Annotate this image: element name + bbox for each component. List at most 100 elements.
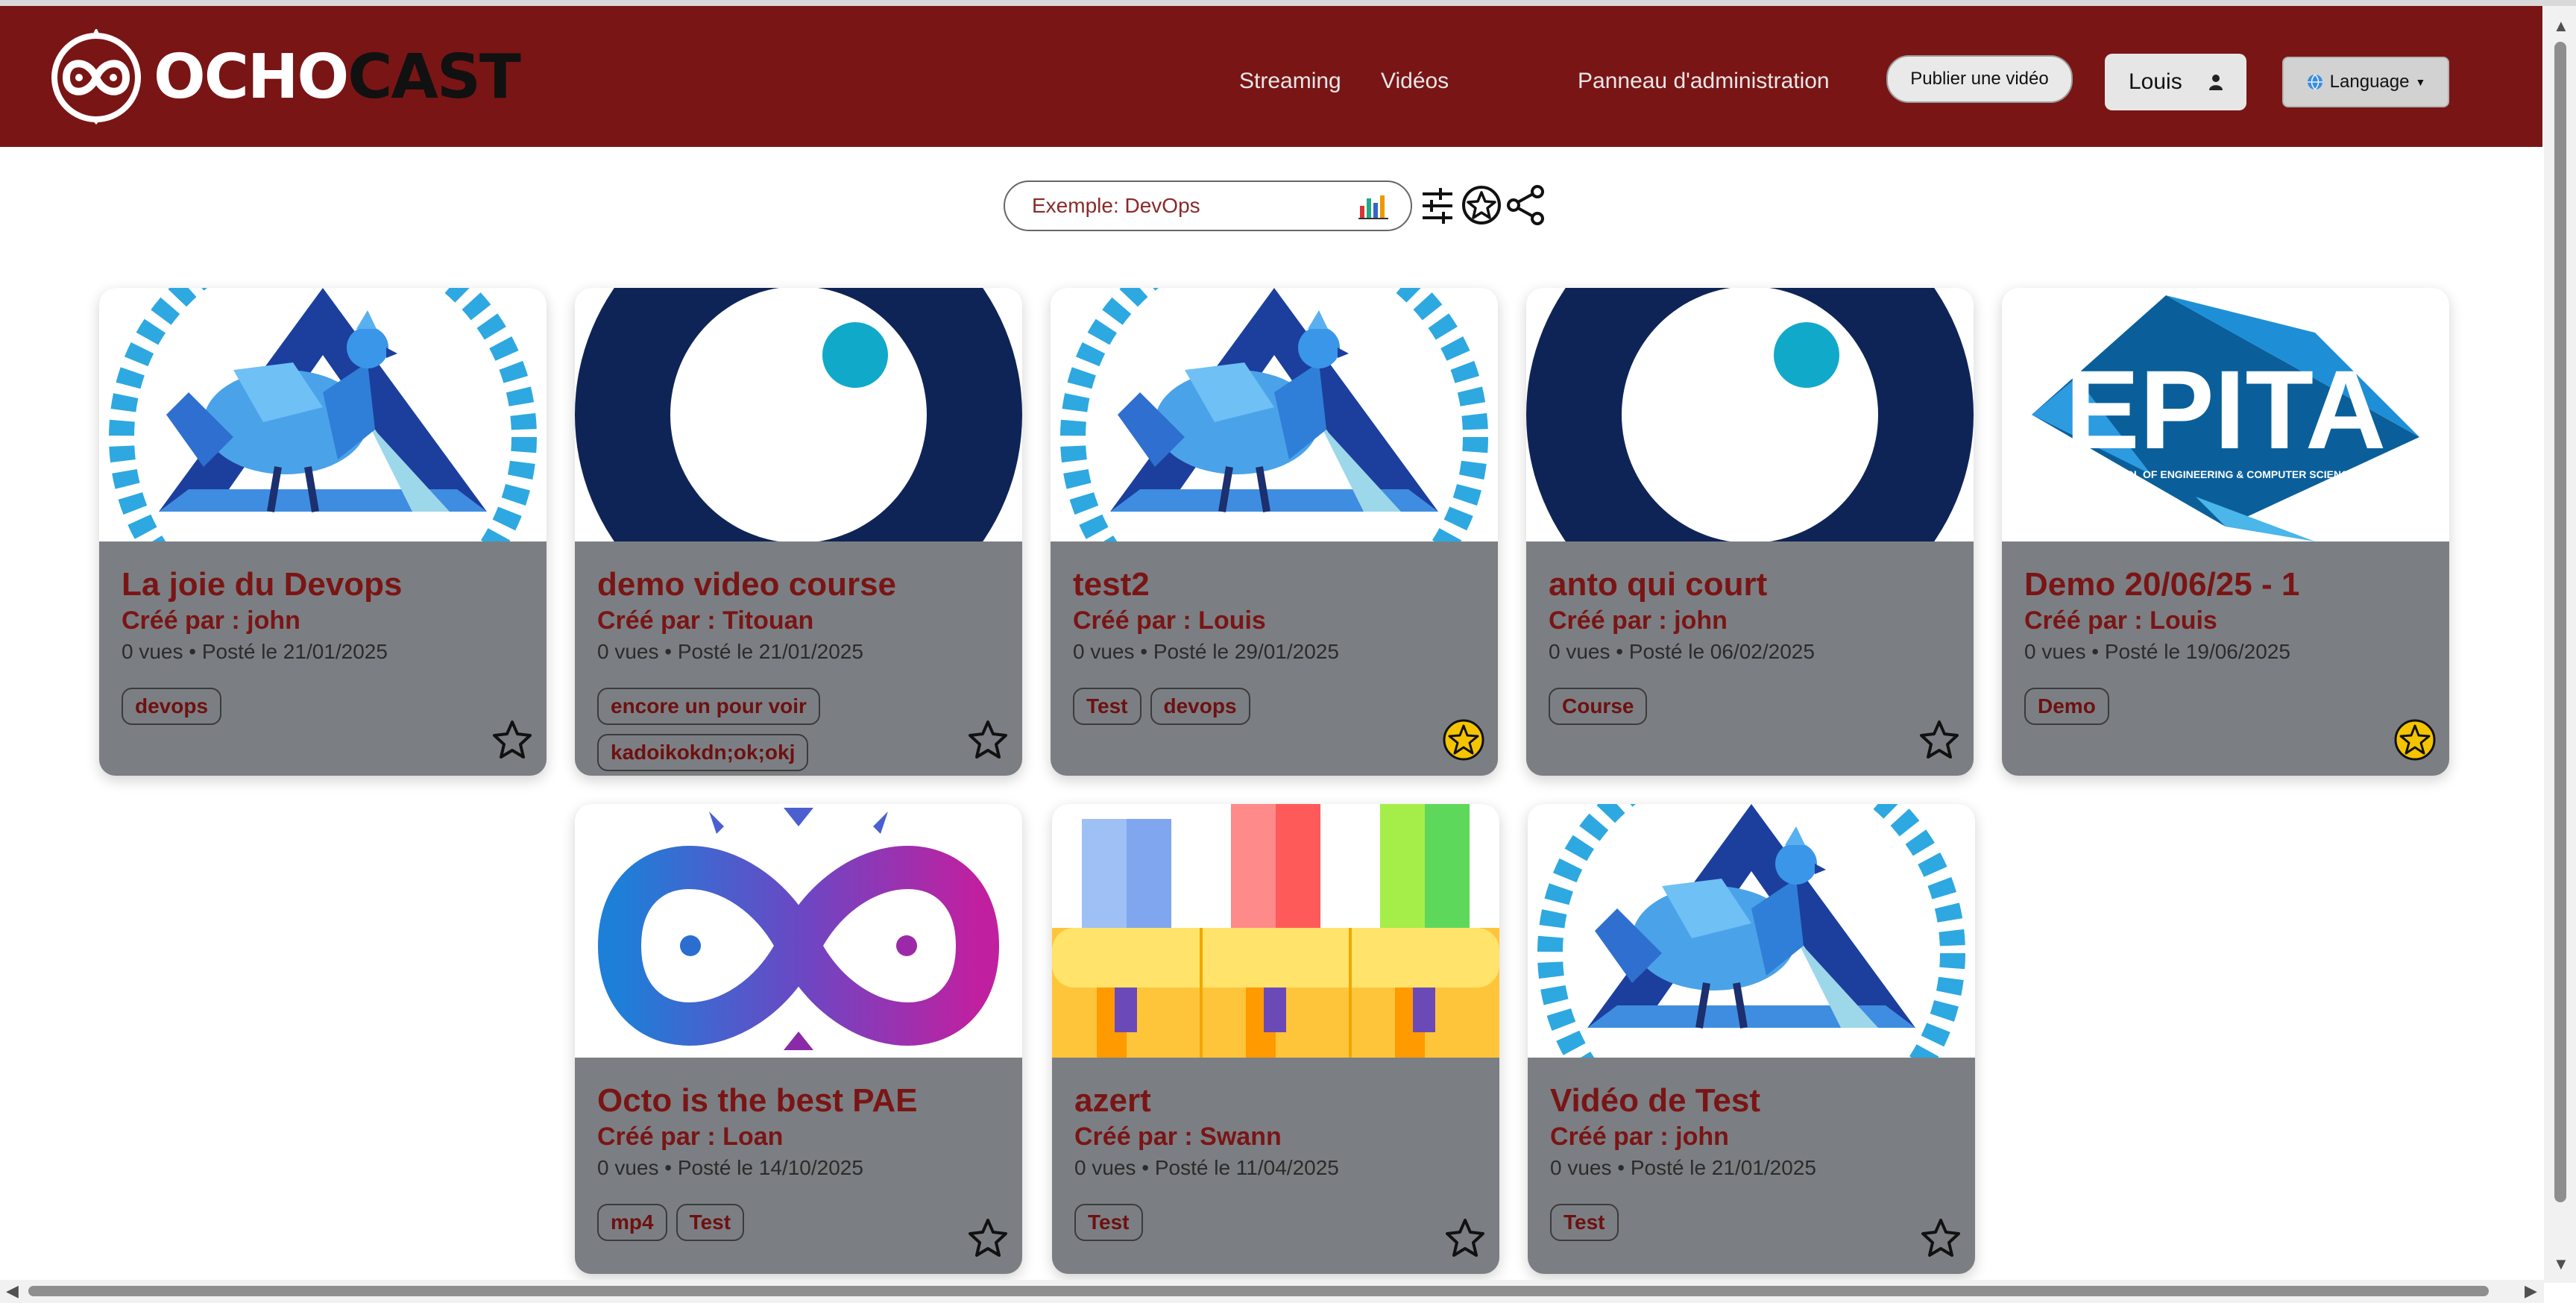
nav-videos[interactable]: Vidéos	[1381, 69, 1449, 94]
video-meta: 0 vues • Posté le 06/02/2025	[1549, 640, 1815, 663]
video-card[interactable]: test2 Créé par : Louis 0 vues • Posté le…	[1051, 288, 1498, 776]
favorite-star-outline-icon[interactable]	[491, 719, 533, 761]
video-title[interactable]: azert	[1074, 1081, 1477, 1120]
favorite-toggle[interactable]	[1443, 719, 1484, 764]
video-card[interactable]: Vidéo de Test Créé par : john 0 vues • P…	[1528, 804, 1975, 1274]
video-meta: 0 vues • Posté le 21/01/2025	[1550, 1156, 1816, 1179]
publish-video-button[interactable]: Publier une vidéo	[1886, 55, 2073, 103]
horizontal-scrollbar[interactable]: ◀ ▶	[0, 1280, 2544, 1303]
navbar: OCHOCAST Streaming Vidéos Panneau d'admi…	[0, 6, 2542, 147]
scroll-left-arrow-icon[interactable]: ◀	[6, 1281, 19, 1301]
favorite-toggle[interactable]	[2394, 719, 2436, 764]
video-author: Créé par : john	[1550, 1123, 1729, 1151]
video-thumbnail[interactable]	[575, 804, 1022, 1058]
tag-chip[interactable]: Test	[676, 1204, 745, 1241]
video-card[interactable]: EPITA SCHOOL OF ENGINEERING & COMPUTER S…	[2002, 288, 2449, 776]
card-body: Octo is the best PAE Créé par : Loan 0 v…	[575, 1058, 1022, 1274]
favorite-toggle[interactable]	[967, 719, 1009, 764]
tag-list: Test	[1074, 1204, 1343, 1241]
video-meta: 0 vues • Posté le 11/04/2025	[1074, 1156, 1339, 1179]
video-title[interactable]: Demo 20/06/25 - 1	[2024, 565, 2427, 604]
video-meta: 0 vues • Posté le 14/10/2025	[597, 1156, 863, 1179]
scroll-down-arrow-icon[interactable]: ▼	[2553, 1255, 2569, 1274]
card-body: Vidéo de Test Créé par : john 0 vues • P…	[1528, 1058, 1975, 1274]
video-author: Créé par : Louis	[2024, 606, 2217, 635]
video-thumbnail[interactable]	[575, 288, 1022, 541]
search-input[interactable]	[1030, 193, 1358, 219]
video-thumbnail[interactable]	[99, 288, 547, 541]
video-title[interactable]: anto qui court	[1549, 565, 1951, 604]
tag-list: Course	[1549, 688, 1817, 725]
favorite-toggle[interactable]	[1920, 1217, 1962, 1263]
favorite-star-filled-icon[interactable]	[2394, 719, 2436, 761]
tag-chip[interactable]: Course	[1549, 688, 1648, 725]
video-meta: 0 vues • Posté le 29/01/2025	[1073, 640, 1339, 663]
favorite-star-outline-icon[interactable]	[1920, 1217, 1962, 1259]
favorites-filter-star-icon[interactable]	[1461, 185, 1502, 225]
video-card[interactable]: anto qui court Créé par : john 0 vues • …	[1526, 288, 1974, 776]
favorite-toggle[interactable]	[491, 719, 533, 764]
favorite-star-outline-icon[interactable]	[1444, 1217, 1486, 1259]
favorite-star-outline-icon[interactable]	[967, 719, 1009, 761]
video-author: Créé par : Louis	[1073, 606, 1266, 635]
vertical-scrollbar[interactable]: ▲ ▼	[2544, 6, 2576, 1283]
video-thumbnail[interactable]	[1051, 288, 1498, 541]
video-thumbnail[interactable]: EPITA SCHOOL OF ENGINEERING & COMPUTER S…	[2002, 288, 2449, 541]
logo[interactable]: OCHOCAST	[48, 25, 521, 130]
nav-streaming[interactable]: Streaming	[1239, 69, 1341, 94]
tag-chip[interactable]: Demo	[2024, 688, 2109, 725]
scroll-right-arrow-icon[interactable]: ▶	[2525, 1281, 2537, 1301]
scroll-up-arrow-icon[interactable]: ▲	[2553, 16, 2569, 36]
video-title[interactable]: demo video course	[597, 565, 1000, 604]
search-bar	[1004, 180, 1412, 231]
user-icon	[2209, 75, 2223, 90]
nav-admin-panel[interactable]: Panneau d'administration	[1578, 69, 1830, 94]
user-menu-button[interactable]: Louis	[2105, 54, 2246, 110]
favorite-toggle[interactable]	[1444, 1217, 1486, 1263]
video-card[interactable]: Octo is the best PAE Créé par : Loan 0 v…	[575, 804, 1022, 1274]
chart-icon[interactable]	[1358, 192, 1388, 219]
thumbnail-crayons	[1052, 804, 1499, 1058]
favorite-star-outline-icon[interactable]	[967, 1217, 1009, 1259]
video-meta: 0 vues • Posté le 21/01/2025	[122, 640, 388, 663]
video-thumbnail[interactable]	[1526, 288, 1974, 541]
vertical-scrollbar-thumb[interactable]	[2554, 42, 2566, 1202]
favorite-toggle[interactable]	[1918, 719, 1960, 764]
card-body: Demo 20/06/25 - 1 Créé par : Louis 0 vue…	[2002, 541, 2449, 776]
tag-chip[interactable]: kadoikokdn;ok;okj	[597, 734, 809, 771]
video-author: Créé par : john	[1549, 606, 1728, 635]
svg-text:SCHOOL OF ENGINEERING & COMPUT: SCHOOL OF ENGINEERING & COMPUTER SCIENCE	[2096, 468, 2356, 480]
video-author: Créé par : Loan	[597, 1123, 784, 1151]
filter-sliders-icon[interactable]	[1421, 185, 1454, 225]
video-card[interactable]: demo video course Créé par : Titouan 0 v…	[575, 288, 1022, 776]
language-dropdown[interactable]: Language ▼	[2282, 57, 2449, 107]
video-card[interactable]: La joie du Devops Créé par : john 0 vues…	[99, 288, 547, 776]
tag-chip[interactable]: devops	[122, 688, 222, 725]
tag-chip[interactable]: encore un pour voir	[597, 688, 820, 725]
window-top-border	[0, 0, 2576, 6]
tag-list: devops	[122, 688, 390, 725]
tag-chip[interactable]: Test	[1074, 1204, 1143, 1241]
share-icon[interactable]	[1506, 185, 1546, 225]
tag-chip[interactable]: devops	[1150, 688, 1250, 725]
favorite-star-outline-icon[interactable]	[1918, 719, 1960, 761]
video-card[interactable]: azert Créé par : Swann 0 vues • Posté le…	[1052, 804, 1499, 1274]
video-title[interactable]: Vidéo de Test	[1550, 1081, 1953, 1120]
favorite-toggle[interactable]	[967, 1217, 1009, 1263]
tag-list: Demo	[2024, 688, 2293, 725]
tag-list: Test devops	[1073, 688, 1341, 725]
video-thumbnail[interactable]	[1528, 804, 1975, 1058]
video-title[interactable]: test2	[1073, 565, 1476, 604]
video-thumbnail[interactable]	[1052, 804, 1499, 1058]
thumbnail-circle-logo	[1526, 288, 1974, 541]
tag-chip[interactable]: mp4	[597, 1204, 667, 1241]
tag-list: encore un pour voirkadoikokdn;ok;okjchat	[597, 688, 866, 776]
tag-chip[interactable]: Test	[1550, 1204, 1619, 1241]
thumbnail-rooster-logo	[99, 288, 547, 541]
horizontal-scrollbar-thumb[interactable]	[28, 1286, 2489, 1296]
tag-chip[interactable]: Test	[1073, 688, 1141, 725]
thumbnail-epita-logo: EPITA SCHOOL OF ENGINEERING & COMPUTER S…	[2002, 288, 2449, 541]
video-title[interactable]: La joie du Devops	[122, 565, 524, 604]
favorite-star-filled-icon[interactable]	[1443, 719, 1484, 761]
video-title[interactable]: Octo is the best PAE	[597, 1081, 1000, 1120]
